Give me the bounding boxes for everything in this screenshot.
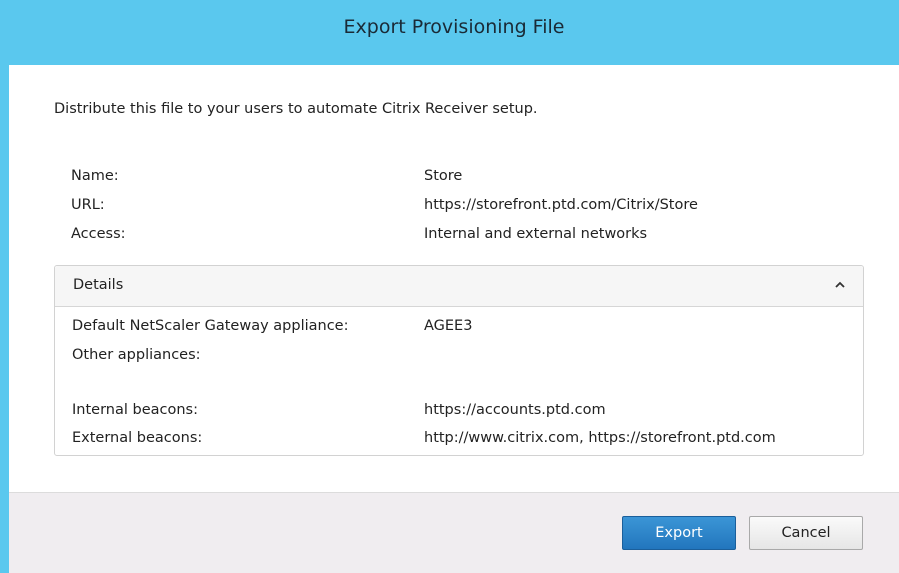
- other-appliances-label: Other appliances:: [72, 347, 201, 363]
- url-label: URL:: [71, 197, 105, 213]
- internal-beacons-label: Internal beacons:: [72, 402, 198, 418]
- access-value: Internal and external networks: [424, 226, 648, 242]
- dialog-title: Export Provisioning File: [343, 16, 565, 38]
- title-bar[interactable]: Export Provisioning File: [9, 0, 899, 65]
- internal-beacons-value: https://accounts.ptd.com: [424, 402, 606, 418]
- url-value: https://storefront.ptd.com/Citrix/Store: [424, 197, 698, 213]
- details-panel: Details Default NetScaler Gateway applia…: [54, 265, 864, 456]
- chevron-up-icon[interactable]: [833, 278, 847, 292]
- access-label: Access:: [71, 226, 126, 242]
- cancel-button[interactable]: Cancel: [749, 516, 863, 550]
- export-provisioning-dialog: Export Provisioning File Distribute this…: [0, 0, 899, 573]
- gateway-value: AGEE3: [424, 318, 473, 334]
- external-beacons-value: http://www.citrix.com, https://storefron…: [424, 430, 776, 446]
- external-beacons-label: External beacons:: [72, 430, 203, 446]
- name-value: Store: [424, 168, 463, 184]
- name-label: Name:: [71, 168, 119, 184]
- dialog-content: Distribute this file to your users to au…: [9, 65, 899, 492]
- intro-text: Distribute this file to your users to au…: [54, 101, 538, 117]
- gateway-label: Default NetScaler Gateway appliance:: [72, 318, 349, 334]
- dialog-footer: Export Cancel: [9, 492, 899, 573]
- details-header[interactable]: Details: [55, 266, 863, 307]
- details-title: Details: [73, 277, 124, 293]
- export-button[interactable]: Export: [622, 516, 736, 550]
